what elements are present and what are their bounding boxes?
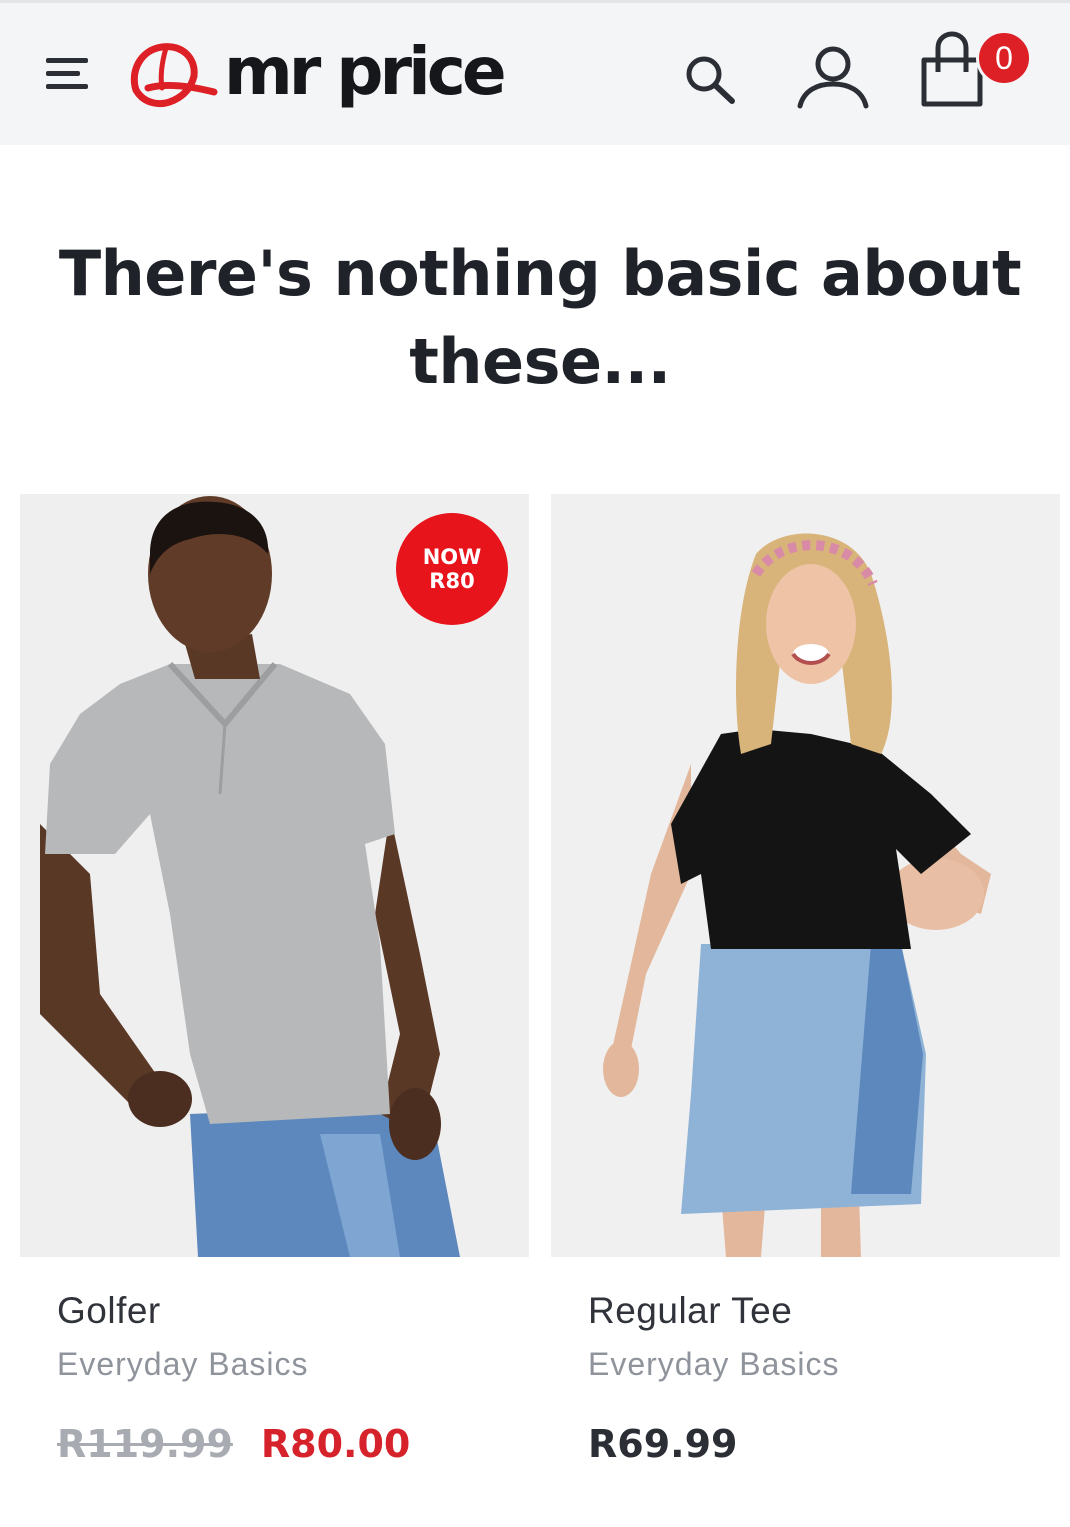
product-image[interactable]: [551, 494, 1060, 1257]
search-button[interactable]: [680, 50, 742, 106]
sale-badge-line2: R80: [429, 569, 475, 593]
product-price: R69.99: [588, 1419, 1060, 1469]
cap-logo-icon: [130, 43, 218, 108]
regular-price: R69.99: [588, 1422, 738, 1466]
account-icon: [797, 46, 869, 109]
product-category: Everyday Basics: [57, 1346, 309, 1382]
section-heading: There's nothing basic about these...: [58, 237, 1022, 398]
product-card[interactable]: Regular Tee Everyday Basics R69.99: [551, 494, 1060, 1469]
site-header: mr price 0: [0, 0, 1070, 145]
woman-in-black-tee-image: [551, 494, 1060, 1257]
product-name[interactable]: Regular Tee: [588, 1289, 1060, 1333]
mr-price-logo[interactable]: mr price: [126, 34, 526, 118]
sale-price: R80.00: [260, 1422, 411, 1466]
cart-count-badge: 0: [976, 30, 1032, 86]
product-price: R119.99 R80.00: [57, 1419, 529, 1469]
product-name[interactable]: Golfer: [57, 1289, 529, 1333]
sale-badge-line1: NOW: [422, 545, 482, 569]
menu-button[interactable]: [40, 50, 96, 100]
product-card[interactable]: NOW R80 Golfer Everyday Basics R119.99 R8…: [20, 494, 529, 1469]
cart-button[interactable]: 0: [914, 30, 1032, 114]
logo-wordmark: mr price: [224, 33, 507, 110]
search-icon: [686, 56, 735, 104]
product-image[interactable]: NOW R80: [20, 494, 529, 1257]
header-top-border: [0, 0, 1070, 3]
menu-icon: [46, 58, 88, 89]
product-category: Everyday Basics: [588, 1346, 840, 1382]
was-price: R119.99: [57, 1422, 233, 1466]
account-button[interactable]: [794, 42, 874, 112]
sale-badge: NOW R80: [396, 513, 508, 625]
